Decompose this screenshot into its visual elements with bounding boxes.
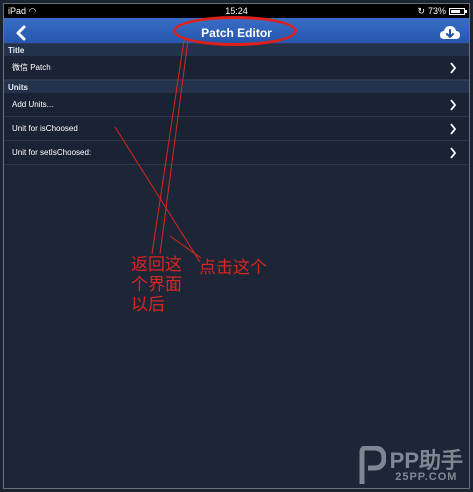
watermark-brand: PP助手 xyxy=(389,447,463,473)
annotation-lines xyxy=(114,39,202,263)
pp-logo-icon xyxy=(359,446,386,484)
annotation-left-text: 返回这 个界面 以后 xyxy=(131,255,182,315)
annotation-right-text: 点击这个 xyxy=(199,258,267,278)
watermark-site: 25PP.COM xyxy=(395,470,458,483)
watermark-text: PP助手 25PP.COM xyxy=(389,447,463,483)
watermark: PP助手 25PP.COM xyxy=(356,446,463,486)
